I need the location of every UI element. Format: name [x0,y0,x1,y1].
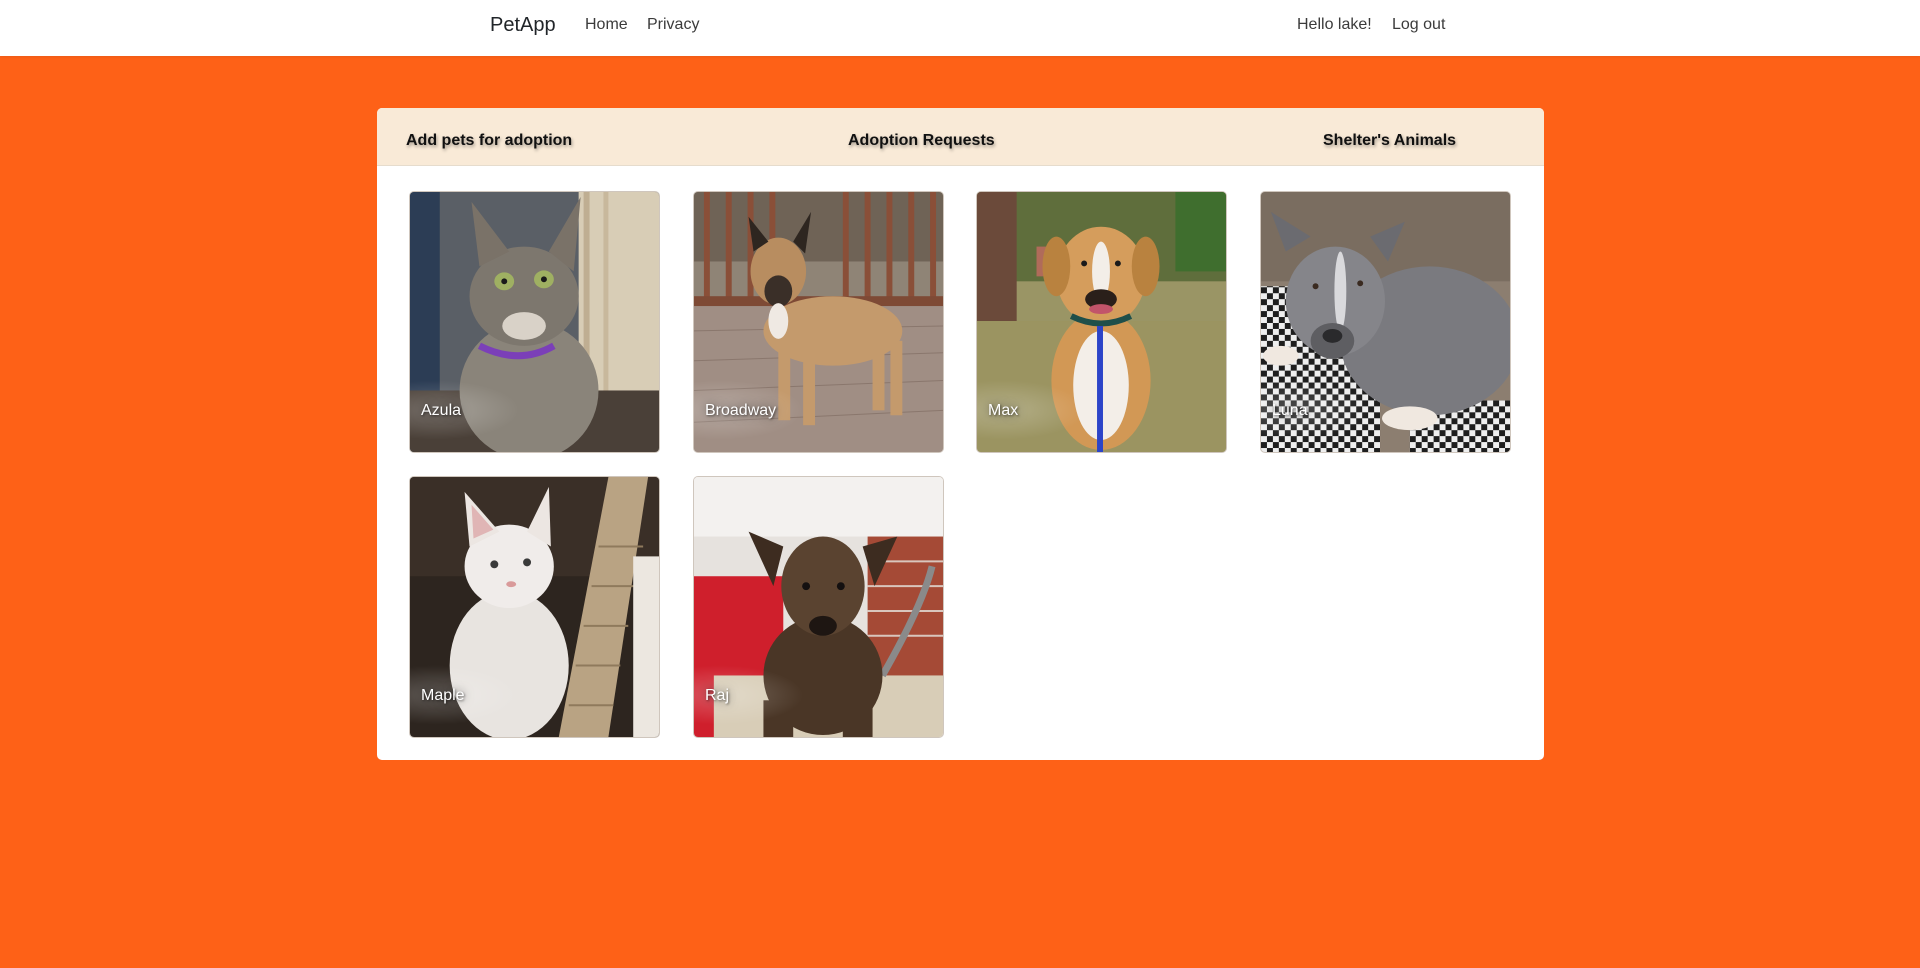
pet-card[interactable]: Max [976,191,1227,453]
pet-name-label: Raj [705,687,730,704]
pet-name-label: Luna [1272,402,1308,419]
top-navbar: PetApp Home Privacy Hello lake! Log out [0,0,1920,56]
pet-card[interactable]: Raj [693,476,944,738]
pet-card[interactable]: Luna [1260,191,1511,453]
tab-shelter-animals[interactable]: Shelter's Animals [1323,132,1456,150]
shelter-card: Add pets for adoption Adoption Requests … [377,108,1544,760]
nav-privacy-link[interactable]: Privacy [647,16,699,34]
nav-home-link[interactable]: Home [585,16,628,34]
logout-link[interactable]: Log out [1392,16,1445,34]
pet-name-label: Max [988,402,1019,419]
pet-card[interactable]: Broadway [693,191,944,453]
user-greeting-link[interactable]: Hello lake! [1297,16,1372,34]
pet-name-label: Azula [421,402,462,419]
card-header-tabs: Add pets for adoption Adoption Requests … [377,108,1544,166]
pet-name-label: Broadway [705,402,777,419]
tab-add-pets[interactable]: Add pets for adoption [406,132,572,150]
navbar-container: PetApp Home Privacy Hello lake! Log out [490,0,1450,56]
brand-link[interactable]: PetApp [490,14,556,37]
pet-card[interactable]: Azula [409,191,660,453]
pet-name-label: Maple [421,687,465,704]
tab-adoption-requests[interactable]: Adoption Requests [848,132,995,150]
pet-card[interactable]: Maple [409,476,660,738]
